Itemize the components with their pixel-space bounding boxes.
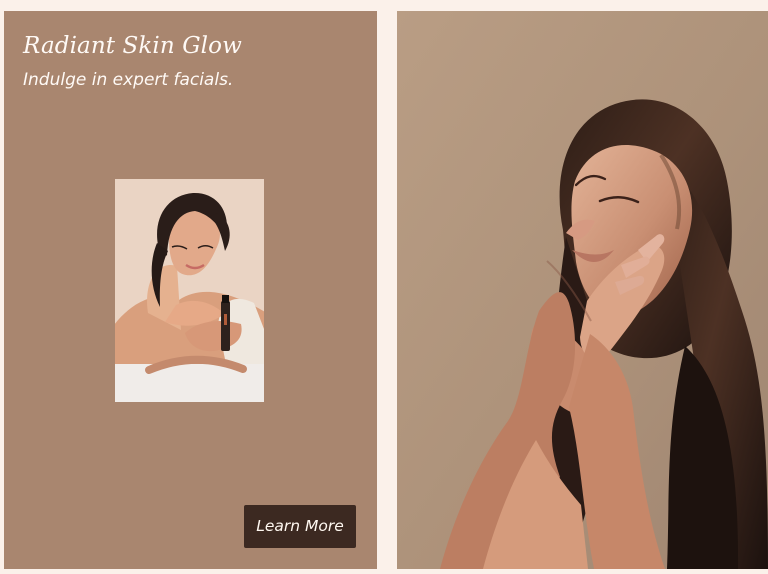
promo-subtitle: Indulge in expert facials. <box>23 70 234 90</box>
skincare-model-image <box>115 179 264 402</box>
promo-title: Radiant Skin Glow <box>23 33 242 59</box>
facial-promo-panel: Radiant Skin Glow Indulge in expert faci… <box>4 11 377 569</box>
page: Radiant Skin Glow Indulge in expert faci… <box>0 0 768 574</box>
facial-model-image <box>397 11 768 569</box>
learn-more-button[interactable]: Learn More <box>244 505 356 548</box>
